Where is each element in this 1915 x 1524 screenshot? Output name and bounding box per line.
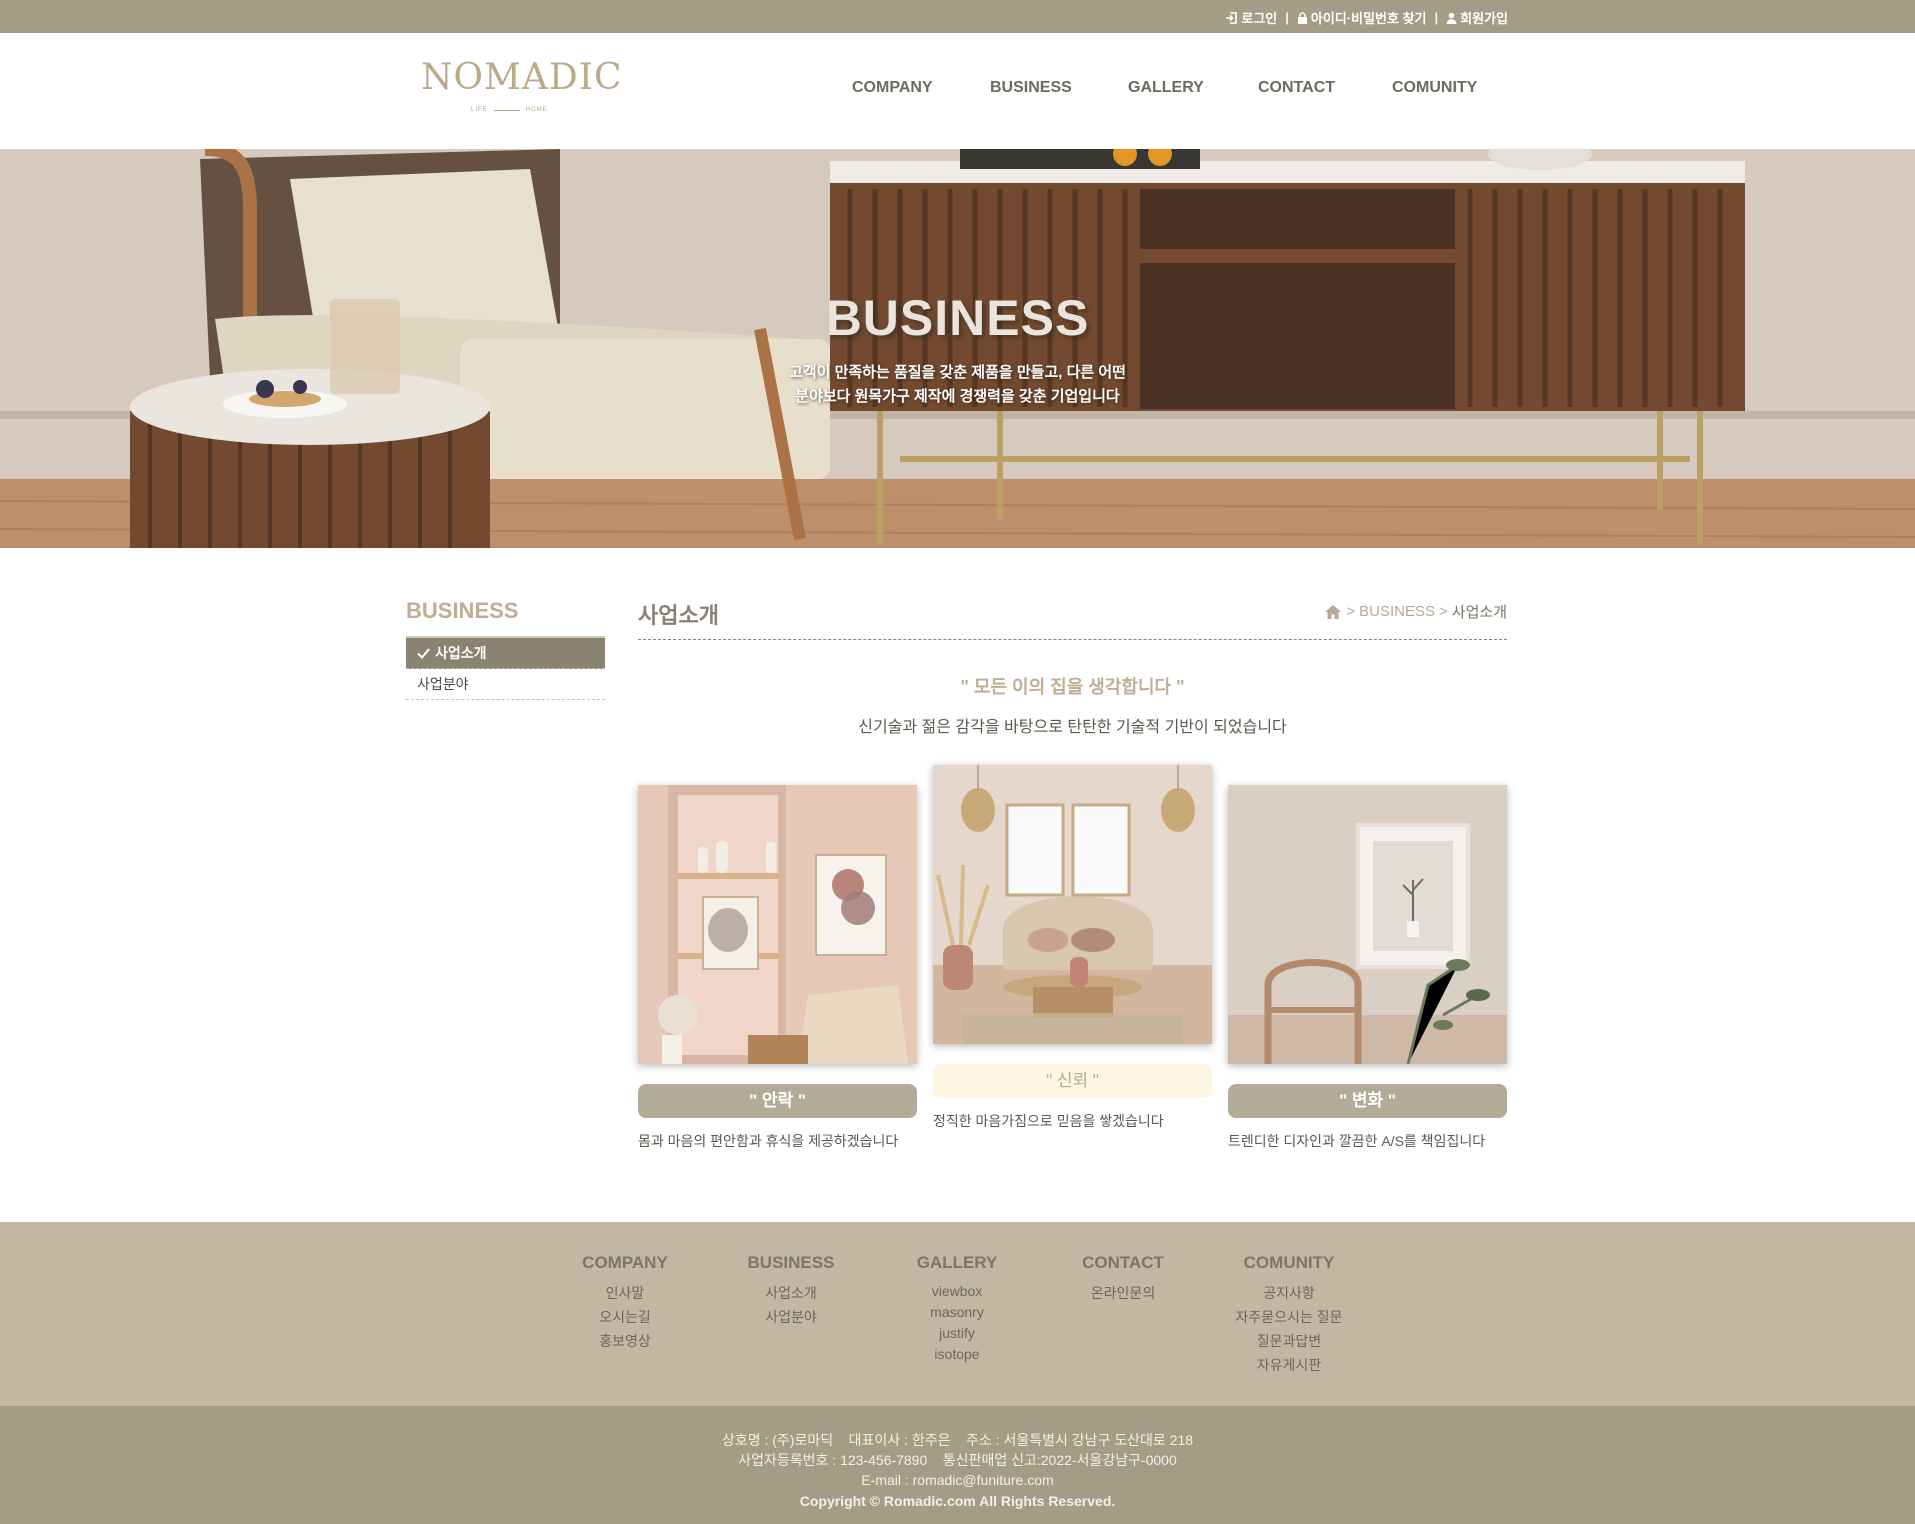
footer-col-gallery: GALLERY viewbox masonry justify isotope — [887, 1253, 1027, 1365]
title-divider — [638, 639, 1507, 640]
section-lead: 신기술과 젊은 감각을 바탕으로 탄탄한 기술적 기반이 되었습니다 — [858, 719, 1287, 736]
copyright: Copyright © Romadic.com All Rights Reser… — [799, 1493, 1116, 1509]
sidebar: BUSINESS 사업소개 사업분야 — [406, 598, 605, 700]
lock-icon — [1297, 11, 1307, 24]
nav-contact[interactable]: CONTACT — [1258, 79, 1335, 97]
nav-gallery[interactable]: GALLERY — [1128, 79, 1204, 97]
footer-link[interactable]: 홍보영상 — [555, 1329, 695, 1353]
value-card: " 신뢰 " 정직한 마음가짐으로 믿음을 쌓겠습니다 — [933, 765, 1212, 1131]
card-image — [638, 785, 917, 1064]
footer-link[interactable]: 인사말 — [555, 1281, 695, 1305]
footer-link[interactable]: 자주묻으시는 질문 — [1219, 1305, 1359, 1329]
company-info: 상호명 : (주)로마딕 대표이사 : 한주은 주소 : 서울특별시 강남구 도… — [721, 1432, 1194, 1448]
logo-wordmark: NOMADIC — [421, 57, 623, 98]
card-label: " 신뢰 " — [933, 1064, 1212, 1098]
join-link[interactable]: 회원가입 — [1446, 8, 1508, 27]
breadcrumb-section[interactable]: BUSINESS — [1359, 603, 1435, 620]
logo-tagline: LIFE HOME — [471, 107, 548, 113]
hero-subtitle: 고객이 만족하는 품질을 갖춘 제품을 만들고, 다른 어떤 분야보다 원목가구… — [789, 364, 1126, 405]
login-link[interactable]: 로그인 — [1225, 8, 1277, 27]
value-card: " 안락 " 몸과 마음의 편안함과 휴식을 제공하겠습니다 — [638, 785, 917, 1151]
logo[interactable]: NOMADIC LIFE HOME — [421, 57, 622, 119]
breadcrumb: > BUSINESS > 사업소개 — [1324, 601, 1507, 622]
footer-link[interactable]: viewbox — [887, 1281, 1027, 1302]
footer-heading[interactable]: BUSINESS — [721, 1253, 861, 1273]
find-account-link[interactable]: 아이디·비밀번호 찾기 — [1297, 8, 1427, 27]
separator: | — [1285, 10, 1289, 25]
hero-image — [0, 149, 1915, 548]
footer-link[interactable]: 자유게시판 — [1219, 1353, 1359, 1377]
footer-info: 상호명 : (주)로마딕 대표이사 : 한주은 주소 : 서울특별시 강남구 도… — [0, 1406, 1915, 1524]
check-icon — [417, 648, 430, 659]
sidebar-item-fields[interactable]: 사업분야 — [406, 669, 605, 700]
sidebar-title: BUSINESS — [406, 598, 519, 623]
top-links: 로그인 | 아이디·비밀번호 찾기 | 회원가입 — [1225, 8, 1508, 27]
footer-link[interactable]: masonry — [887, 1302, 1027, 1323]
card-image — [933, 765, 1212, 1044]
home-icon[interactable] — [1324, 604, 1342, 620]
value-card: " 변화 " 트렌디한 디자인과 깔끔한 A/S를 책임집니다 — [1228, 785, 1507, 1151]
footer-heading[interactable]: COMUNITY — [1219, 1253, 1359, 1273]
hero-title: BUSINESS — [825, 290, 1090, 346]
footer-link[interactable]: 공지사항 — [1219, 1281, 1359, 1305]
footer-link[interactable]: 온라인문의 — [1053, 1281, 1193, 1305]
email-info: E-mail : romadic@funiture.com — [861, 1472, 1054, 1488]
footer-heading[interactable]: COMPANY — [555, 1253, 695, 1273]
footer-link[interactable]: justify — [887, 1323, 1027, 1344]
card-image — [1228, 785, 1507, 1064]
registration-info: 사업자등록번호 : 123-456-7890 통신판매업 신고:2022-서울강… — [738, 1452, 1177, 1468]
card-label: " 안락 " — [638, 1084, 917, 1118]
separator: | — [1434, 10, 1439, 25]
card-label: " 변화 " — [1228, 1084, 1507, 1118]
logo-divider — [493, 109, 520, 111]
card-description: 정직한 마음가짐으로 믿음을 쌓겠습니다 — [933, 1113, 1164, 1129]
footer-heading[interactable]: CONTACT — [1053, 1253, 1193, 1273]
footer-link[interactable]: 오시는길 — [555, 1305, 695, 1329]
sidebar-item-intro[interactable]: 사업소개 — [406, 636, 605, 669]
footer-heading[interactable]: GALLERY — [887, 1253, 1027, 1273]
card-description: 몸과 마음의 편안함과 휴식을 제공하겠습니다 — [638, 1133, 899, 1149]
user-icon — [1446, 12, 1457, 24]
top-bar: 로그인 | 아이디·비밀번호 찾기 | 회원가입 — [0, 0, 1915, 33]
footer-link[interactable]: isotope — [887, 1344, 1027, 1365]
footer-col-company: COMPANY 인사말 오시는길 홍보영상 — [555, 1253, 695, 1353]
footer-col-comunity: COMUNITY 공지사항 자주묻으시는 질문 질문과답변 자유게시판 — [1219, 1253, 1359, 1377]
hero-banner: BUSINESS 고객이 만족하는 품질을 갖춘 제품을 만들고, 다른 어떤 … — [0, 149, 1915, 548]
nav-company[interactable]: COMPANY — [852, 79, 933, 97]
card-description: 트렌디한 디자인과 깔끔한 A/S를 책임집니다 — [1228, 1133, 1486, 1149]
footer-sitemap: COMPANY 인사말 오시는길 홍보영상 BUSINESS 사업소개 사업분야… — [0, 1222, 1915, 1406]
sign-in-icon — [1226, 11, 1238, 24]
footer-link[interactable]: 질문과답변 — [1219, 1329, 1359, 1353]
footer-link[interactable]: 사업소개 — [721, 1281, 861, 1305]
footer-col-business: BUSINESS 사업소개 사업분야 — [721, 1253, 861, 1329]
footer-link[interactable]: 사업분야 — [721, 1305, 861, 1329]
nav-comunity[interactable]: COMUNITY — [1392, 79, 1477, 97]
breadcrumb-current: 사업소개 — [1451, 604, 1507, 621]
nav-business[interactable]: BUSINESS — [990, 79, 1072, 97]
footer-col-contact: CONTACT 온라인문의 — [1053, 1253, 1193, 1305]
site-header: NOMADIC LIFE HOME COMPANY BUSINESS GALLE… — [0, 33, 1915, 150]
section-quote: " 모든 이의 집을 생각합니다 " — [960, 677, 1185, 697]
main-content: 사업소개 > BUSINESS > 사업소개 " 모든 이의 집을 생각합니다 … — [638, 598, 1507, 1149]
